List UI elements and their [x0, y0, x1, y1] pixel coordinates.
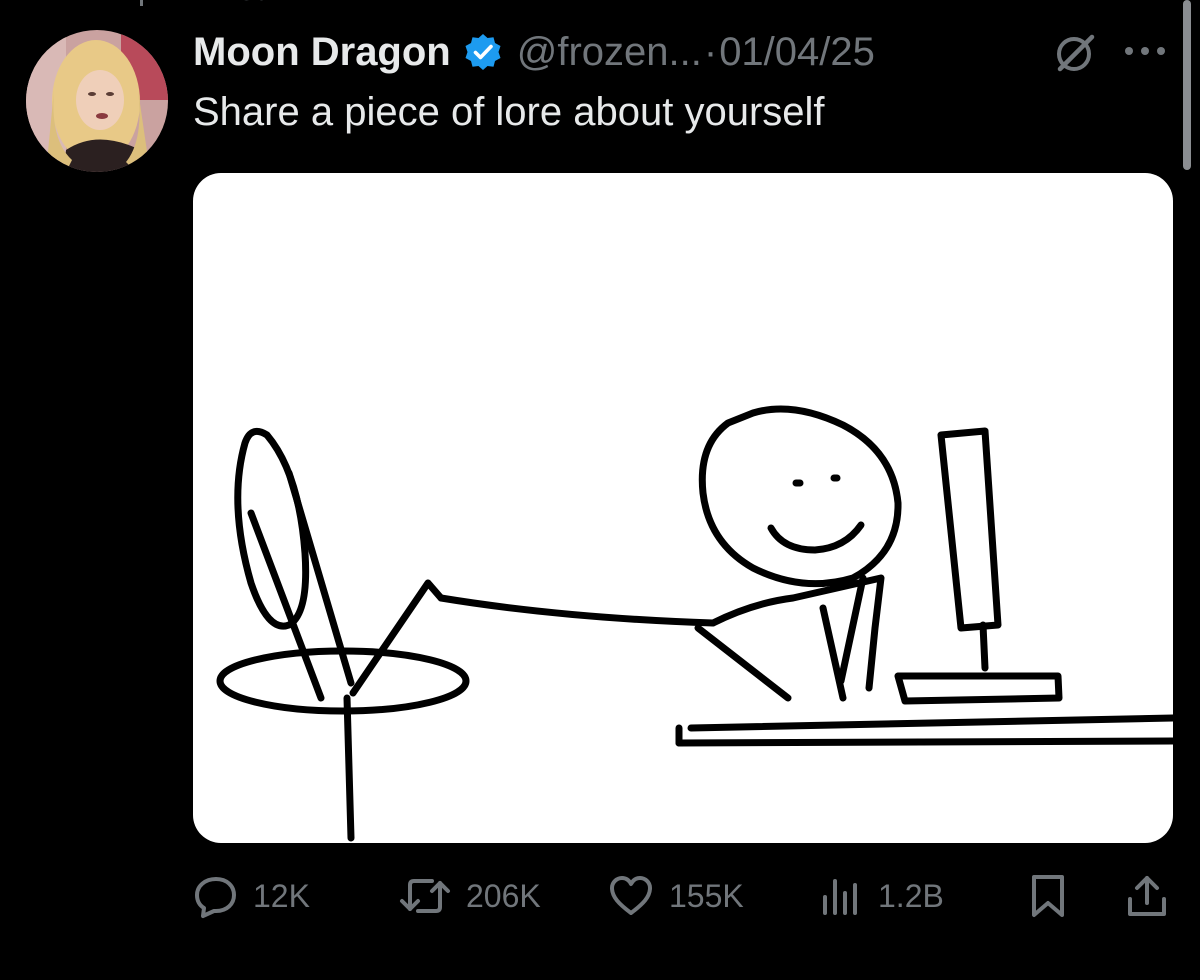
pinned-text: Pinned [173, 0, 273, 8]
grok-icon[interactable] [1052, 30, 1098, 76]
tweet-header: Moon Dragon @frozen... · 01/04/25 [193, 24, 875, 80]
like-button[interactable]: 155K [607, 866, 744, 926]
repost-count: 206K [466, 877, 541, 914]
view-count: 1.2B [878, 877, 944, 914]
bookmark-button[interactable] [1028, 866, 1068, 926]
repost-icon [400, 879, 450, 913]
tweet-date[interactable]: 01/04/25 [719, 30, 875, 75]
separator-dot: · [703, 29, 718, 74]
views-button[interactable]: 1.2B [818, 866, 944, 926]
avatar[interactable] [26, 30, 168, 172]
scrollbar[interactable] [1183, 0, 1191, 170]
reply-icon [195, 877, 236, 918]
share-button[interactable] [1125, 866, 1169, 926]
heart-icon [610, 876, 652, 915]
reply-button[interactable]: 12K [193, 866, 310, 926]
author-name[interactable]: Moon Dragon [193, 30, 451, 75]
author-handle[interactable]: @frozen... [517, 30, 702, 75]
tweet-action-bar: 12K 206K 155K 1.2B [193, 866, 1173, 926]
reply-count: 12K [253, 877, 310, 914]
verified-badge-icon [463, 32, 503, 72]
like-count: 155K [669, 877, 744, 914]
more-options-icon[interactable] [1120, 36, 1170, 66]
pinned-label: Pinned [140, 0, 273, 8]
tweet-media-image[interactable] [193, 173, 1173, 843]
bookmark-icon [1032, 875, 1064, 917]
share-icon [1128, 876, 1166, 916]
repost-button[interactable]: 206K [398, 866, 541, 926]
stick-figure-drawing [216, 405, 1173, 842]
analytics-icon [823, 879, 857, 915]
pin-icon [140, 0, 143, 6]
tweet-text: Share a piece of lore about yourself [193, 90, 825, 134]
